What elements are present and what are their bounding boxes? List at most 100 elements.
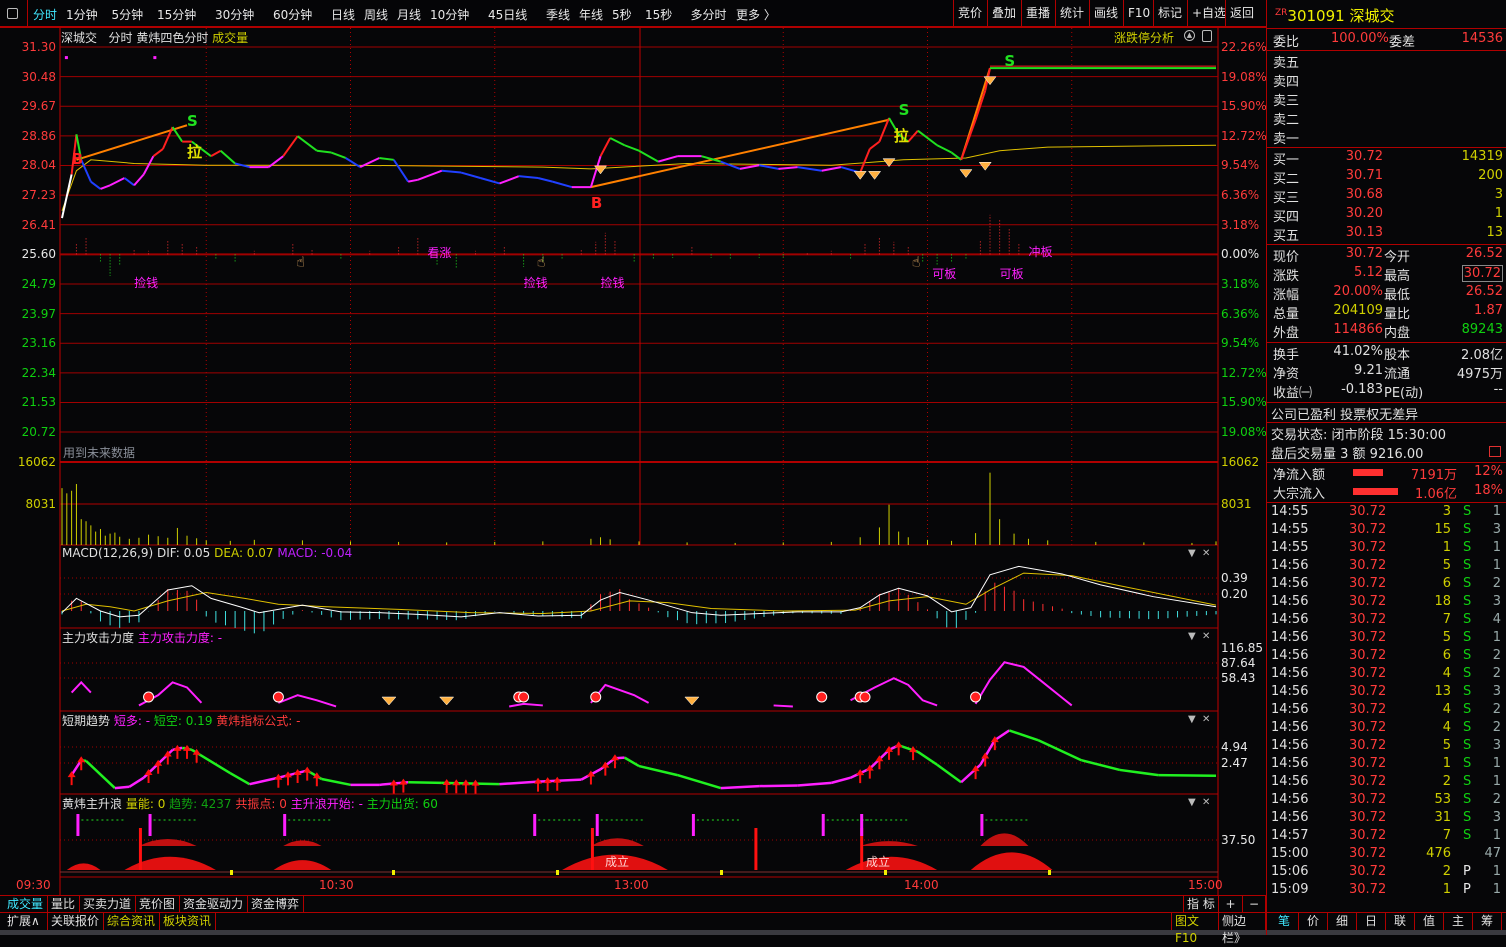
tick-price: 30.72: [1349, 504, 1387, 519]
price-axis-label: 23.16: [21, 336, 56, 351]
period-tab-13[interactable]: 5秒: [612, 6, 632, 23]
wave-established-2: 成立: [866, 855, 891, 869]
sidebar-toggle-icon[interactable]: [7, 8, 18, 19]
period-tab-2[interactable]: 5分钟: [112, 6, 144, 23]
weibi-value: 100.00%: [1331, 31, 1389, 46]
bottom-tab-2[interactable]: 买卖力道: [80, 896, 136, 913]
tick-row: 14:56 30.72 18 S 3: [1271, 594, 1503, 612]
toolbar-button-5[interactable]: F10: [1123, 0, 1153, 27]
toolbar-button-8[interactable]: 返回: [1225, 0, 1255, 27]
fund-label: 流通: [1384, 367, 1411, 382]
period-tab-0[interactable]: 分时: [33, 6, 57, 23]
bid-volume: 3: [1494, 187, 1503, 202]
macd-menu-icon[interactable]: ▼ ✕: [1188, 548, 1210, 559]
time-axis-label: 09:30: [16, 878, 51, 892]
chart-mode[interactable]: 分时: [108, 31, 132, 45]
period-tab-12[interactable]: 年线: [579, 6, 603, 23]
bottom-tab-4[interactable]: 资金驱动力: [180, 896, 248, 913]
panel-toggle-icon[interactable]: [1202, 30, 1212, 42]
indicator-axis-label: 4.94: [1221, 740, 1248, 754]
period-tab-15[interactable]: 多分时: [691, 6, 727, 23]
tick-time: 14:56: [1271, 648, 1309, 663]
bottom-tab-5[interactable]: 资金博弈: [248, 896, 304, 913]
indicator-button[interactable]: 指 标: [1183, 896, 1219, 913]
period-tab-6[interactable]: 日线: [331, 6, 355, 23]
period-tab-14[interactable]: 15秒: [645, 6, 672, 23]
volume-label[interactable]: 成交量: [212, 31, 248, 45]
scroll-up-icon[interactable]: ▲: [1184, 30, 1195, 41]
tick-side: S: [1463, 720, 1472, 735]
trend-menu-icon[interactable]: ▼ ✕: [1188, 714, 1210, 725]
period-tab-16[interactable]: 更多 〉: [736, 6, 776, 23]
chart-annotation: 拉: [187, 142, 203, 161]
quote-value: 1.87: [1474, 303, 1503, 318]
toolbar-button-7[interactable]: +自选: [1187, 0, 1226, 27]
wave-spike: [754, 828, 758, 870]
period-tab-1[interactable]: 1分钟: [66, 6, 98, 23]
bottom-tab-3[interactable]: 竞价图: [136, 896, 180, 913]
tick-count: 1: [1492, 864, 1501, 879]
attack-signal-icon: [859, 691, 871, 703]
toolbar-button-3[interactable]: 统计: [1055, 0, 1089, 27]
tick-row: 14:56 30.72 2 S 1: [1271, 774, 1503, 792]
toolbar-button-0[interactable]: 竞价: [953, 0, 987, 27]
trend-line-segment: [1158, 773, 1217, 778]
zoom-out-button[interactable]: −: [1243, 896, 1266, 913]
period-tab-5[interactable]: 60分钟: [273, 6, 312, 23]
limit-analysis-button[interactable]: 涨跌停分析: [1114, 29, 1174, 46]
tick-side: S: [1463, 648, 1472, 663]
wave-menu-icon[interactable]: ▼ ✕: [1188, 797, 1210, 808]
chart-annotation: 看涨: [427, 245, 452, 260]
weibi-row: 委比 100.00% 委差 14536: [1273, 31, 1503, 50]
toolbar-button-2[interactable]: 重播: [1021, 0, 1055, 27]
toolbar-button-4[interactable]: 画线: [1089, 0, 1123, 27]
footer-tab-1[interactable]: 关联报价: [48, 913, 104, 930]
toolbar-button-1[interactable]: 叠加: [987, 0, 1021, 27]
footer-tab-2[interactable]: 综合资讯: [104, 913, 160, 930]
chart-icon[interactable]: [1489, 446, 1501, 457]
tick-time: 15:06: [1271, 864, 1309, 879]
period-tab-11[interactable]: 季线: [546, 6, 570, 23]
tick-side: P: [1463, 882, 1471, 897]
period-tab-4[interactable]: 30分钟: [215, 6, 254, 23]
quote-label: 外盘: [1273, 326, 1300, 341]
bid-row: 买四 30.20 1: [1273, 206, 1503, 225]
zoom-in-button[interactable]: +: [1219, 896, 1243, 913]
period-tab-7[interactable]: 周线: [364, 6, 388, 23]
tick-time: 14:56: [1271, 774, 1309, 789]
footer-tab-0[interactable]: 扩展∧: [4, 913, 48, 930]
fund-label: 收益㈠: [1273, 386, 1313, 401]
ask-row: 卖四: [1273, 71, 1503, 90]
tick-row: 14:56 30.72 4 S 2: [1271, 720, 1503, 738]
indicator-name[interactable]: 黄炜四色分时: [136, 31, 208, 45]
quote-row: 涨跌 5.12 最高 30.72: [1273, 265, 1503, 284]
wave-title: 黄炜主升浪 量能: 0 趋势: 4237 共振点: 0 主升浪开始: - 主力出…: [62, 795, 438, 812]
attack-menu-icon[interactable]: ▼ ✕: [1188, 631, 1210, 642]
chart-annotation: 拉: [893, 126, 909, 145]
bottom-tab-1[interactable]: 量比: [48, 896, 80, 913]
period-tab-10[interactable]: 45日线: [488, 6, 527, 23]
sidebar-button[interactable]: 侧边栏》: [1219, 913, 1266, 945]
pct-axis-label: 12.72%: [1221, 365, 1267, 380]
fund-value: -0.183: [1341, 382, 1383, 397]
price-axis-label: 27.23: [21, 188, 56, 203]
ask-label: 卖二: [1273, 113, 1300, 128]
period-tab-8[interactable]: 月线: [397, 6, 421, 23]
trend-line-segment: [408, 780, 442, 785]
period-tab-3[interactable]: 15分钟: [157, 6, 196, 23]
footer-tab-3[interactable]: 板块资讯: [160, 913, 216, 930]
bottom-tab-0[interactable]: 成交量: [4, 896, 48, 913]
tick-volume: 6: [1442, 648, 1451, 663]
tick-row: 14:55 30.72 3 S 1: [1271, 504, 1503, 522]
macd-value: MACD: -0.04: [277, 546, 353, 560]
period-tab-9[interactable]: 10分钟: [430, 6, 469, 23]
f10-button[interactable]: 图文F10: [1171, 913, 1219, 945]
volume-axis-label-right: 8031: [1221, 497, 1252, 511]
price-axis-label: 29.67: [21, 99, 56, 114]
tick-volume: 2: [1442, 864, 1451, 879]
tick-count: 1: [1492, 774, 1501, 789]
toolbar-button-6[interactable]: 标记: [1153, 0, 1187, 27]
quote-row: 总量 204109 量比 1.87: [1273, 303, 1503, 322]
tick-side: S: [1463, 792, 1472, 807]
fund-value: 4975万: [1456, 367, 1503, 382]
